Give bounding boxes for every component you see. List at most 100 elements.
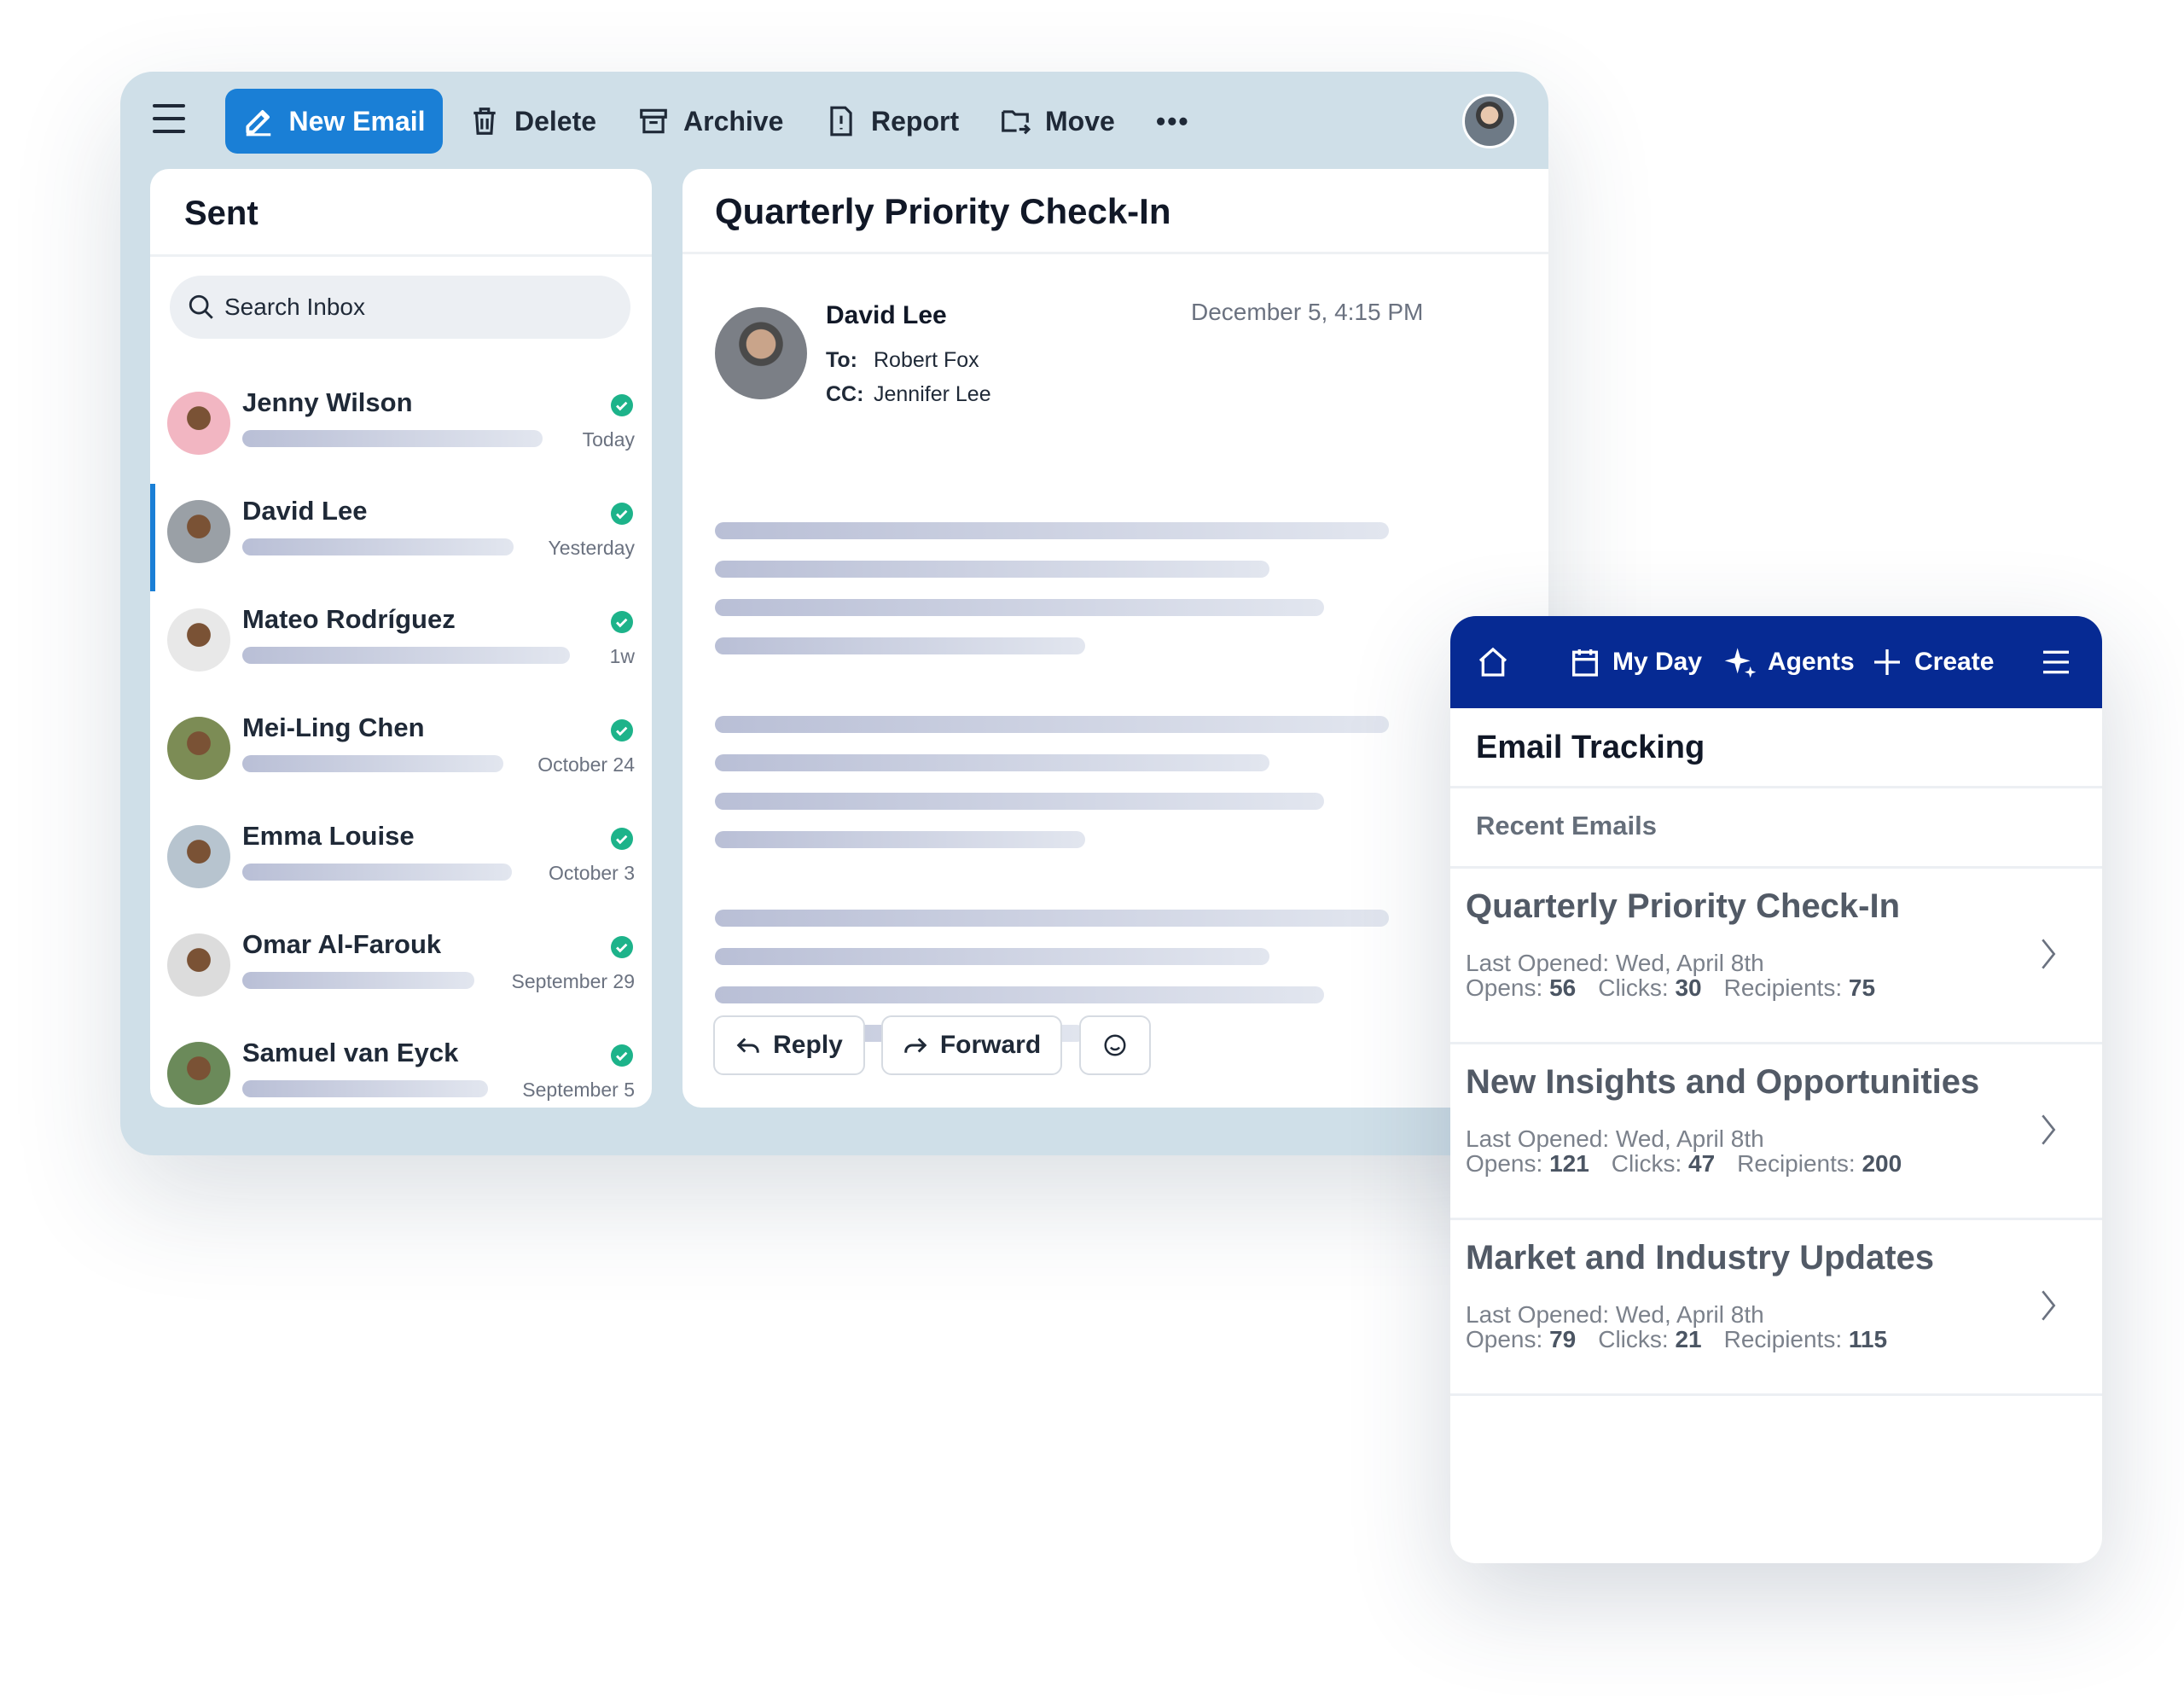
agents-button[interactable]: Agents (1723, 642, 1855, 683)
tracking-stats: Opens: 79 Clicks: 21 Recipients: 115 (1466, 1326, 1909, 1353)
check-icon (611, 719, 633, 742)
opens-value: 79 (1549, 1326, 1577, 1352)
sender-name: David Lee (826, 301, 947, 329)
archive-label: Archive (683, 105, 784, 137)
tracking-stats: Opens: 56 Clicks: 30 Recipients: 75 (1466, 974, 1897, 1002)
create-button[interactable]: Create (1870, 642, 1994, 683)
item-date: Today (582, 428, 635, 451)
list-item[interactable]: Emma Louise October 3 (150, 809, 652, 916)
list-item[interactable]: Jenny Wilson Today (150, 375, 652, 483)
cc-label: CC: (826, 382, 864, 406)
avatar (167, 717, 230, 780)
folder-move-icon (1002, 110, 1031, 135)
menu-icon[interactable] (153, 104, 187, 137)
new-email-label: New Email (288, 105, 426, 137)
folder-title: Sent (184, 195, 258, 232)
more-button[interactable]: ••• (1156, 89, 1190, 154)
last-opened: Last Opened: Wed, April 8th (1466, 950, 1764, 976)
search-placeholder: Search Inbox (224, 294, 365, 320)
tracked-email-row[interactable]: Market and Industry Updates Last Opened: … (1450, 1220, 2102, 1396)
recipients-label: Recipients: (1737, 1150, 1856, 1177)
list-item[interactable]: David Lee Yesterday (150, 484, 652, 591)
opens-label: Opens: (1466, 1150, 1543, 1177)
recipients-label: Recipients: (1723, 974, 1843, 1001)
body-line-placeholder (715, 986, 1324, 1003)
trash-icon (473, 108, 496, 135)
report-button[interactable]: Report (825, 89, 959, 154)
avatar (167, 500, 230, 563)
check-icon (611, 394, 633, 416)
check-icon (611, 503, 633, 525)
archive-icon (640, 108, 667, 134)
delete-button[interactable]: Delete (468, 89, 596, 154)
list-item[interactable]: Samuel van Eyck September 5 (150, 1026, 652, 1108)
divider (1450, 786, 2102, 788)
contact-name: David Lee (242, 496, 368, 526)
body-line-placeholder (715, 831, 1085, 848)
message-list-panel: Sent Search Inbox Jenny Wilson Today David… (150, 169, 652, 1108)
list-item[interactable]: Omar Al-Farouk September 29 (150, 917, 652, 1025)
cc-row: CC: Jennifer Lee (826, 382, 991, 407)
search-icon (189, 294, 213, 319)
forward-button[interactable]: Forward (881, 1015, 1062, 1075)
preview-placeholder (242, 647, 570, 664)
email-tracking-card: My Day Agents Create Email Tracking Rece… (1450, 616, 2102, 1563)
section-label: Recent Emails (1476, 811, 1657, 840)
calendar-icon (1572, 649, 1598, 677)
email-date: December 5, 4:15 PM (1191, 299, 1424, 325)
to-label: To: (826, 348, 858, 372)
list-item[interactable]: Mateo Rodríguez 1w (150, 592, 652, 700)
avatar (167, 392, 230, 455)
my-day-button[interactable]: My Day (1568, 642, 1702, 683)
home-button[interactable] (1476, 642, 1510, 683)
divider (682, 252, 1548, 254)
last-opened: Last Opened: Wed, April 8th (1466, 1301, 1764, 1328)
tracked-email-row[interactable]: New Insights and Opportunities Last Opene… (1450, 1044, 2102, 1220)
smiley-icon (1104, 1034, 1126, 1056)
home-icon (1478, 647, 1507, 677)
new-email-button[interactable]: New Email (225, 89, 443, 154)
report-label: Report (871, 105, 960, 137)
body-line-placeholder (715, 754, 1269, 771)
to-row: To: Robert Fox (826, 348, 979, 373)
check-icon (611, 1044, 633, 1067)
forward-icon (904, 1038, 927, 1053)
reply-button[interactable]: Reply (713, 1015, 865, 1075)
toolbar: New Email Delete Archive Report Move ••• (120, 72, 1548, 171)
avatar (167, 608, 230, 672)
avatar (167, 933, 230, 997)
emoji-button[interactable] (1079, 1015, 1151, 1075)
search-input[interactable]: Search Inbox (170, 276, 630, 339)
move-button[interactable]: Move (999, 89, 1115, 154)
last-opened: Last Opened: Wed, April 8th (1466, 1125, 1764, 1152)
body-line-placeholder (715, 793, 1324, 810)
body-line-placeholder (715, 637, 1085, 654)
list-item[interactable]: Mei-Ling Chen October 24 (150, 701, 652, 808)
tracked-email-title: New Insights and Opportunities (1466, 1063, 1980, 1101)
tracked-email-title: Market and Industry Updates (1466, 1239, 1935, 1277)
create-label: Create (1914, 648, 1995, 676)
chevron-right-icon (2042, 939, 2056, 969)
body-line-placeholder (715, 599, 1324, 616)
body-line-placeholder (715, 561, 1269, 578)
tracking-stats: Opens: 121 Clicks: 47 Recipients: 200 (1466, 1150, 1924, 1178)
user-avatar[interactable] (1462, 94, 1517, 148)
item-date: October 24 (537, 753, 635, 776)
tracked-email-row[interactable]: Quarterly Priority Check-In Last Opened: … (1450, 869, 2102, 1044)
item-date: October 3 (549, 862, 635, 884)
opens-label: Opens: (1466, 1326, 1543, 1352)
contact-name: Jenny Wilson (242, 387, 413, 417)
clicks-label: Clicks: (1611, 1150, 1682, 1177)
preview-placeholder (242, 538, 514, 555)
clicks-value: 30 (1675, 974, 1702, 1001)
recipients-value: 75 (1848, 974, 1876, 1001)
archive-button[interactable]: Archive (637, 89, 783, 154)
avatar (167, 825, 230, 888)
mobile-menu-button[interactable] (2039, 642, 2073, 683)
tracking-title: Email Tracking (1476, 730, 1705, 765)
check-icon (611, 828, 633, 850)
preview-placeholder (242, 1080, 488, 1097)
pencil-icon (246, 110, 271, 137)
body-line-placeholder (715, 948, 1269, 965)
preview-placeholder (242, 755, 503, 772)
